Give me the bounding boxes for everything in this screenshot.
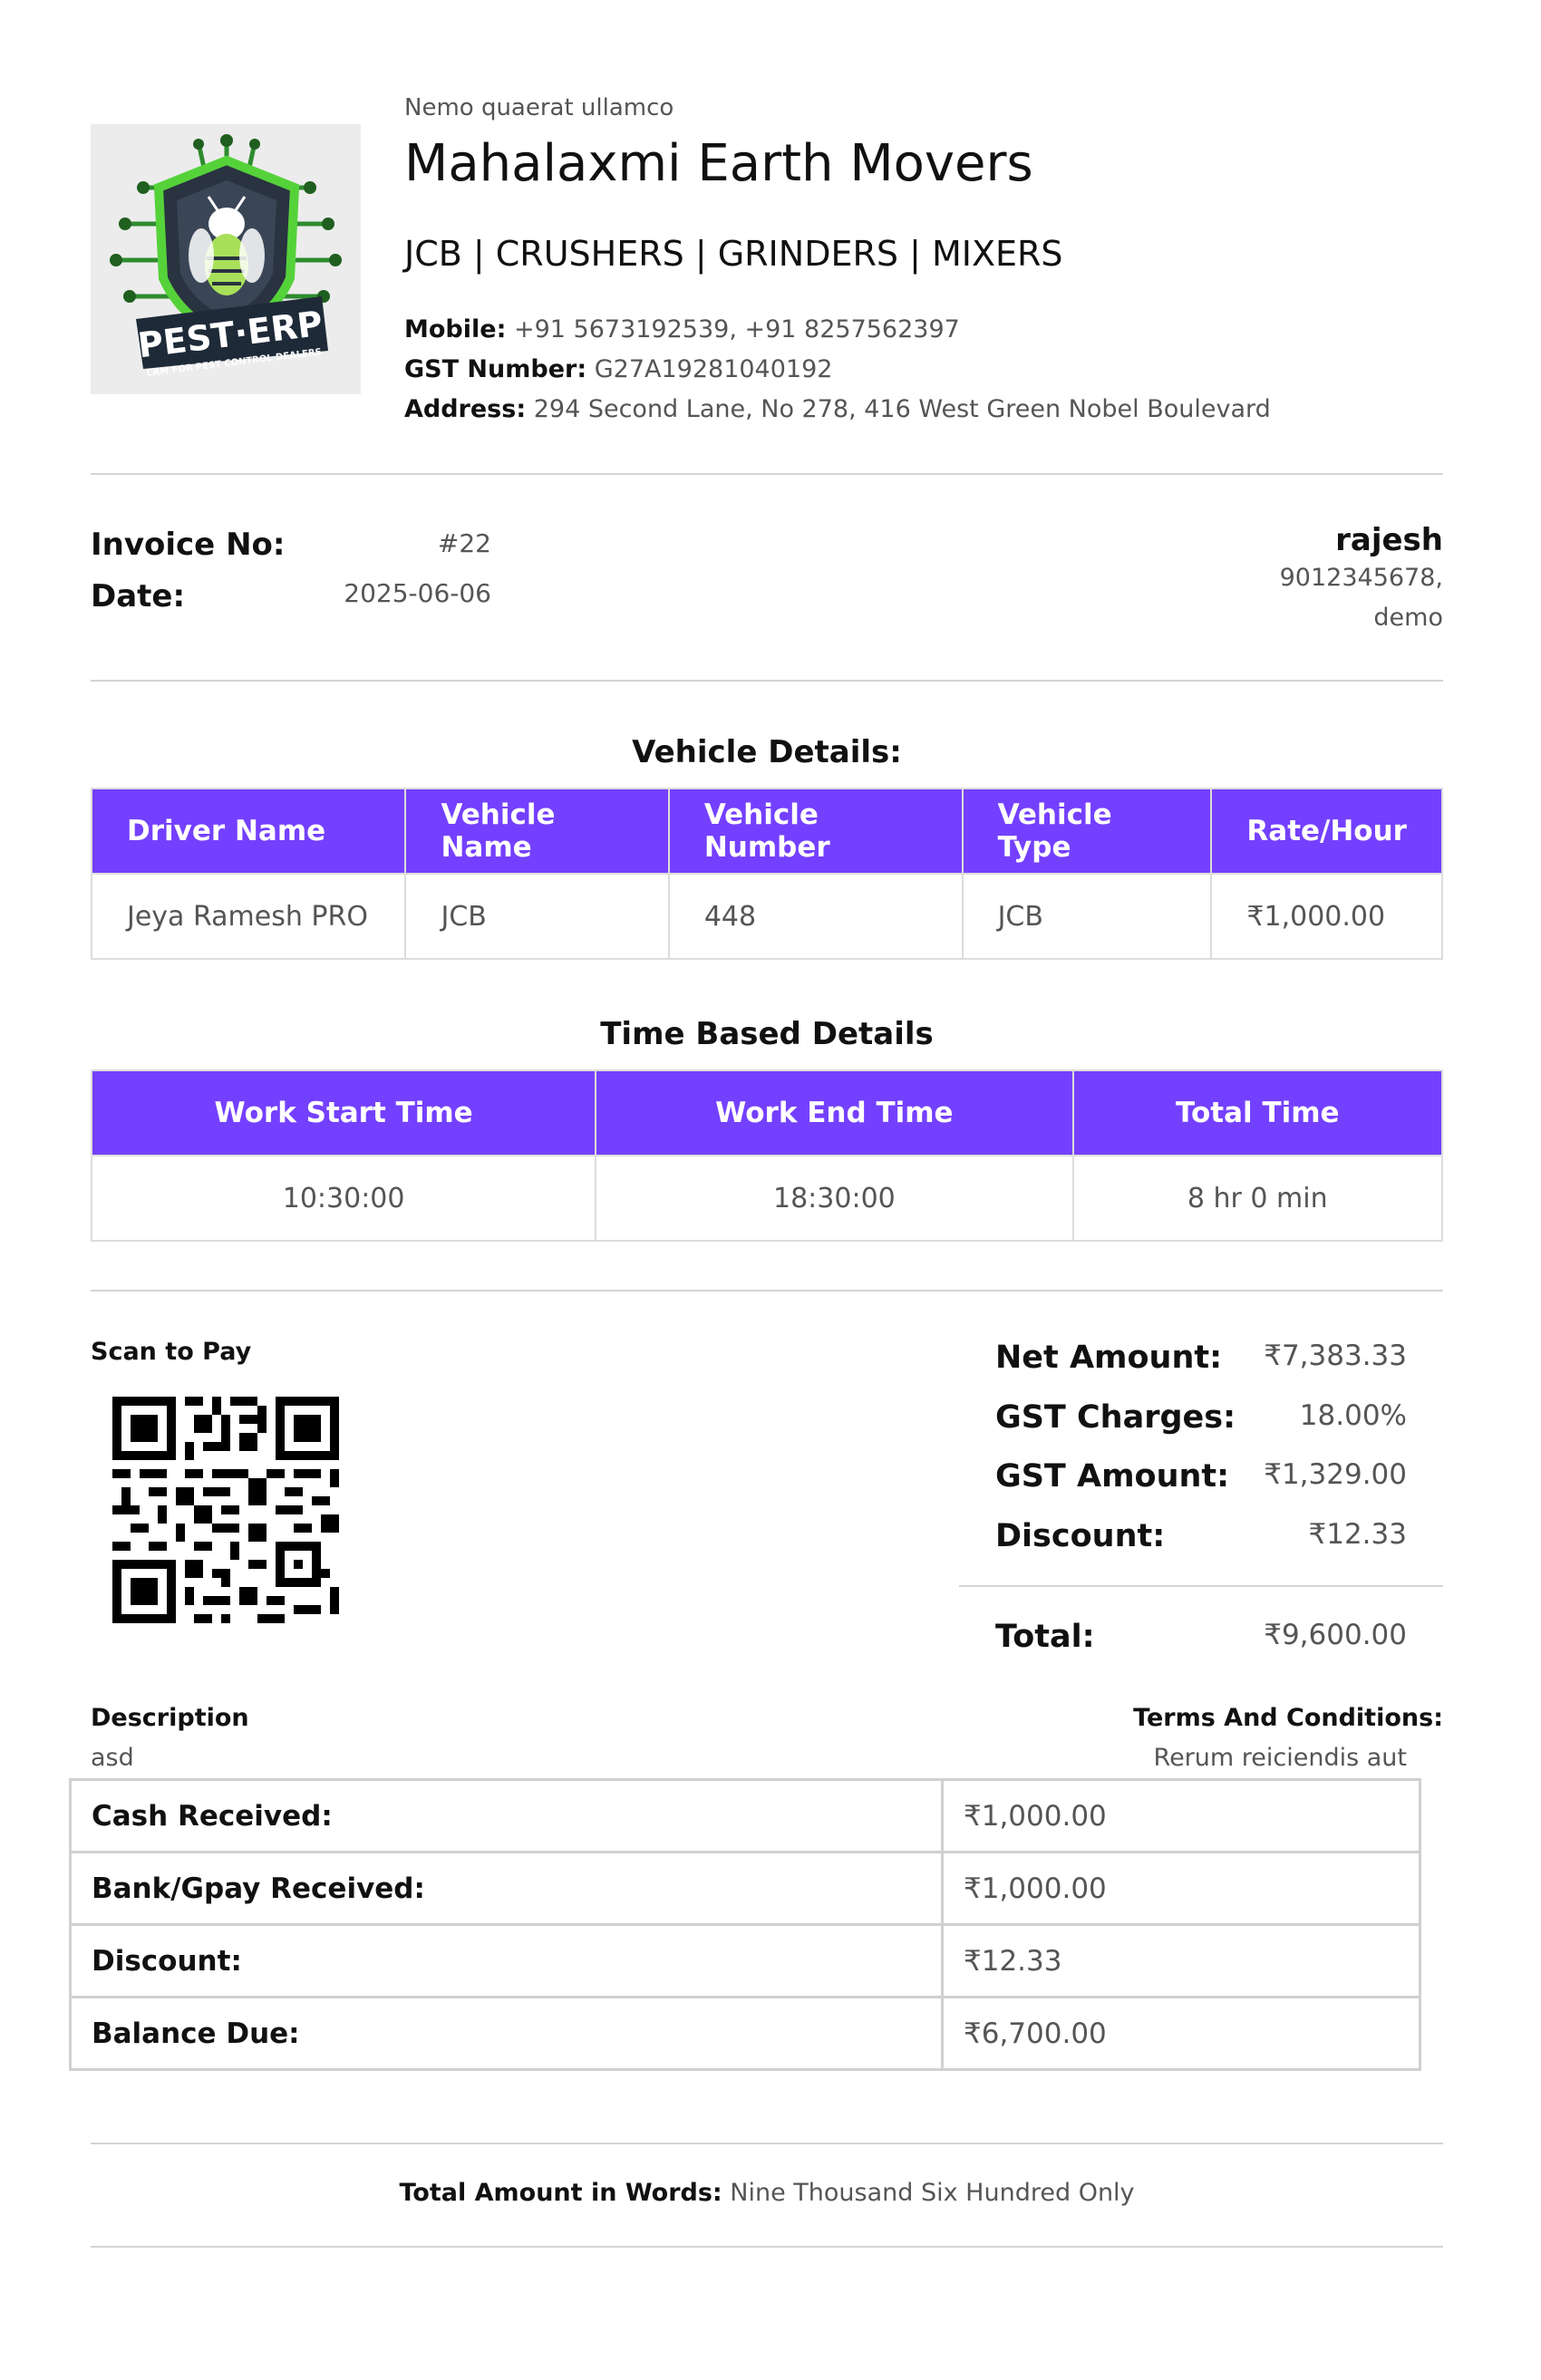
gst-value: G27A19281040192 <box>594 355 833 383</box>
divider <box>91 2246 1443 2248</box>
col-header-total-time: Total Time <box>1071 1069 1444 1156</box>
amount-in-words-label: Total Amount in Words: <box>399 2179 722 2207</box>
table-row: Balance Due: ₹6,700.00 <box>69 1996 1421 2071</box>
table-row: Discount: ₹12.33 <box>69 1923 1421 1998</box>
company-address: Address: 294 Second Lane, No 278, 416 We… <box>404 395 1271 423</box>
cell-total-time: 8 hr 0 min <box>1071 1155 1444 1242</box>
bank-received-label: Bank/Gpay Received: <box>69 1851 944 1926</box>
gst-amount-label: GST Amount: <box>995 1458 1230 1495</box>
customer-phone: 9012345678, <box>1279 564 1443 592</box>
mobile-value: +91 5673192539, +91 8257562397 <box>513 315 960 343</box>
cell-work-end-time: 18:30:00 <box>595 1155 1074 1242</box>
divider <box>91 680 1443 682</box>
company-name: Mahalaxmi Earth Movers <box>404 134 1033 193</box>
col-header-rate-hour: Rate/Hour <box>1210 788 1443 875</box>
discount-label: Discount: <box>995 1518 1166 1554</box>
invoice-page: PEST·ERP CRM FOR PEST CONTROL DEALERS Ne… <box>0 0 1541 2380</box>
col-header-vehicle-name: Vehicle Name <box>404 788 670 875</box>
divider <box>91 1290 1443 1292</box>
col-header-driver-name: Driver Name <box>90 788 407 875</box>
cell-work-start-time: 10:30:00 <box>90 1155 597 1242</box>
company-logo: PEST·ERP CRM FOR PEST CONTROL DEALERS <box>91 124 361 394</box>
total-value: ₹9,600.00 <box>1264 1619 1407 1651</box>
customer-name: rajesh <box>1335 522 1443 558</box>
pest-erp-logo-icon: PEST·ERP CRM FOR PEST CONTROL DEALERS <box>91 124 361 394</box>
balance-due-value: ₹6,700.00 <box>941 1996 1421 2071</box>
cell-vehicle-number: 448 <box>667 873 964 960</box>
col-header-work-start-time: Work Start Time <box>90 1069 597 1156</box>
cell-vehicle-name: JCB <box>404 873 670 960</box>
invoice-date-value: 2025-06-06 <box>344 578 491 608</box>
table-header-row: Driver Name Vehicle Name Vehicle Number … <box>90 788 1443 875</box>
invoice-no-value: #22 <box>437 528 491 558</box>
payment-discount-label: Discount: <box>69 1923 944 1998</box>
col-header-vehicle-type: Vehicle Type <box>961 788 1213 875</box>
divider <box>91 473 1443 475</box>
net-amount-label: Net Amount: <box>995 1340 1223 1376</box>
terms-value: Rerum reiciendis aut <box>1153 1744 1407 1772</box>
description-value: asd <box>91 1744 134 1772</box>
company-gst: GST Number: G27A19281040192 <box>404 355 832 383</box>
description-label: Description <box>91 1704 249 1732</box>
table-row: Bank/Gpay Received: ₹1,000.00 <box>69 1851 1421 1926</box>
amount-in-words-value: Nine Thousand Six Hundred Only <box>730 2179 1135 2207</box>
table-row: 10:30:00 18:30:00 8 hr 0 min <box>90 1155 1444 1242</box>
discount-value: ₹12.33 <box>1308 1518 1407 1551</box>
gst-charges-label: GST Charges: <box>995 1399 1236 1436</box>
cell-driver-name: Jeya Ramesh PRO <box>90 873 407 960</box>
col-header-work-end-time: Work End Time <box>595 1069 1074 1156</box>
address-value: 294 Second Lane, No 278, 416 West Green … <box>533 395 1271 423</box>
mobile-label: Mobile: <box>404 315 507 343</box>
vehicle-details-table: Driver Name Vehicle Name Vehicle Number … <box>90 788 1443 960</box>
table-row: Cash Received: ₹1,000.00 <box>69 1778 1421 1853</box>
amount-in-words: Total Amount in Words: Nine Thousand Six… <box>91 2179 1443 2207</box>
company-mobile: Mobile: +91 5673192539, +91 8257562397 <box>404 315 960 343</box>
payments-table: Cash Received: ₹1,000.00 Bank/Gpay Recei… <box>69 1778 1421 2071</box>
total-label: Total: <box>995 1619 1095 1655</box>
table-row: Jeya Ramesh PRO JCB 448 JCB ₹1,000.00 <box>90 873 1443 960</box>
col-header-vehicle-number: Vehicle Number <box>667 788 964 875</box>
cash-received-value: ₹1,000.00 <box>941 1778 1421 1853</box>
time-details-table: Work Start Time Work End Time Total Time… <box>90 1069 1444 1242</box>
time-details-title: Time Based Details <box>600 1016 934 1052</box>
scan-to-pay-label: Scan to Pay <box>91 1338 252 1366</box>
vehicle-details-title: Vehicle Details: <box>632 734 902 770</box>
gst-charges-value: 18.00% <box>1299 1399 1407 1432</box>
divider <box>91 2143 1443 2144</box>
invoice-date-label: Date: <box>91 578 186 614</box>
cell-vehicle-type: JCB <box>961 873 1213 960</box>
cash-received-label: Cash Received: <box>69 1778 944 1853</box>
terms-label: Terms And Conditions: <box>1133 1704 1443 1732</box>
company-tagline: Nemo quaerat ullamco <box>404 94 674 121</box>
gst-amount-value: ₹1,329.00 <box>1264 1458 1407 1491</box>
payment-qr-code-icon[interactable] <box>112 1388 339 1631</box>
company-services: JCB | CRUSHERS | GRINDERS | MIXERS <box>404 234 1063 274</box>
payment-discount-value: ₹12.33 <box>941 1923 1421 1998</box>
cell-rate-hour: ₹1,000.00 <box>1210 873 1443 960</box>
customer-extra: demo <box>1373 604 1443 632</box>
balance-due-label: Balance Due: <box>69 1996 944 2071</box>
bank-received-value: ₹1,000.00 <box>941 1851 1421 1926</box>
table-header-row: Work Start Time Work End Time Total Time <box>90 1069 1444 1156</box>
invoice-no-label: Invoice No: <box>91 527 286 563</box>
totals-divider <box>959 1585 1443 1587</box>
net-amount-value: ₹7,383.33 <box>1264 1340 1407 1372</box>
gst-label: GST Number: <box>404 355 587 383</box>
address-label: Address: <box>404 395 527 423</box>
